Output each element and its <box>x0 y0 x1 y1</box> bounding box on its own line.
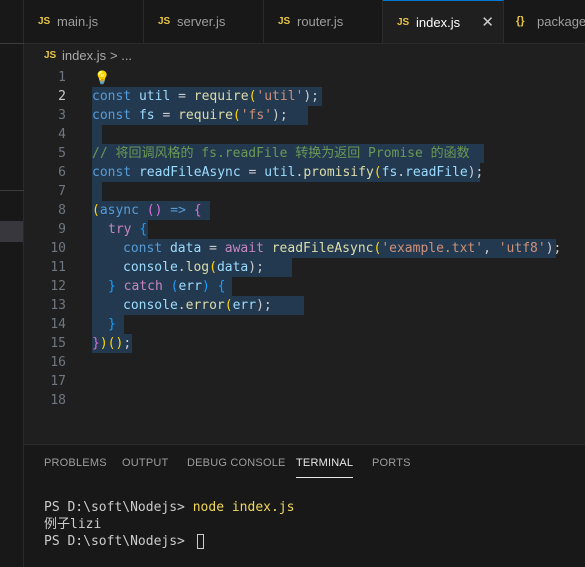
code-line: 7 <box>24 182 585 201</box>
line-number: 12 <box>50 279 66 294</box>
code-text: } catch (err) { <box>108 279 226 294</box>
bottom-panel: PROBLEMS OUTPUT DEBUG CONSOLE TERMINAL P… <box>24 444 585 567</box>
tab-router-js[interactable]: JS router.js <box>264 0 383 43</box>
tab-package-json[interactable]: {} package <box>504 0 585 43</box>
breadcrumb: JS index.js > ... <box>24 44 585 68</box>
tab-main-js[interactable]: JS main.js <box>24 0 144 43</box>
code-line: 15 })(); <box>24 334 585 353</box>
line-number: 8 <box>58 203 66 218</box>
line-number: 4 <box>58 127 66 142</box>
breadcrumb-file[interactable]: index.js <box>62 44 106 68</box>
activity-divider <box>0 190 24 191</box>
line-number: 3 <box>58 108 66 123</box>
tab-output[interactable]: OUTPUT <box>122 457 168 469</box>
javascript-file-icon: JS <box>44 50 57 61</box>
tab-index-js[interactable]: JS index.js ✕ <box>383 0 504 43</box>
code-text: })(); <box>92 336 132 351</box>
line-number: 7 <box>58 184 66 199</box>
code-line: 16 <box>24 353 585 372</box>
line-number: 15 <box>50 336 66 351</box>
tab-label: router.js <box>297 14 344 29</box>
code-line: 14 } <box>24 315 585 334</box>
close-icon[interactable]: ✕ <box>481 1 494 43</box>
code-line: 3 const fs = require('fs'); <box>24 106 585 125</box>
code-line: 17 <box>24 372 585 391</box>
javascript-file-icon: JS <box>158 16 171 27</box>
code-text: const data = await readFileAsync('exampl… <box>123 241 562 256</box>
editor-tab-bar: JS main.js JS server.js JS router.js JS … <box>24 0 585 44</box>
javascript-file-icon: JS <box>397 17 410 28</box>
tab-label: index.js <box>416 15 461 30</box>
lightbulb-icon[interactable]: 💡 <box>94 68 110 87</box>
terminal-cursor <box>196 534 204 549</box>
line-number: 14 <box>50 317 66 332</box>
tab-debug-console[interactable]: DEBUG CONSOLE <box>187 457 286 469</box>
tab-label: server.js <box>177 14 226 29</box>
tab-terminal[interactable]: TERMINAL <box>296 457 354 478</box>
code-text: const util = require('util'); <box>92 89 320 104</box>
terminal-command: node index.js <box>192 500 295 515</box>
code-text: (async () => { <box>92 203 202 218</box>
line-number: 10 <box>50 241 66 256</box>
code-line: 12 } catch (err) { <box>24 277 585 296</box>
code-text: const readFileAsync = util.promisify(fs.… <box>92 165 484 180</box>
terminal-line: PS D:\soft\Nodejs> node index.js <box>44 499 294 516</box>
terminal-line[interactable]: PS D:\soft\Nodejs> <box>44 533 204 550</box>
code-line: 9 try { <box>24 220 585 239</box>
javascript-file-icon: JS <box>38 16 51 27</box>
tab-label: package <box>537 14 585 29</box>
line-number: 16 <box>50 355 66 370</box>
terminal-output: 例子lizi <box>44 517 102 532</box>
code-line: 10 const data = await readFileAsync('exa… <box>24 239 585 258</box>
line-number: 6 <box>58 165 66 180</box>
terminal-prompt: PS D:\soft\Nodejs> <box>44 534 193 549</box>
breadcrumb-more[interactable]: > ... <box>110 44 132 68</box>
tab-label: main.js <box>57 14 99 29</box>
line-number: 1 <box>58 70 66 85</box>
line-number: 2 <box>58 89 66 104</box>
activity-bar <box>0 0 24 567</box>
tab-ports[interactable]: PORTS <box>372 457 411 469</box>
code-line: 18 <box>24 391 585 410</box>
terminal-prompt: PS D:\soft\Nodejs> <box>44 500 193 515</box>
code-comment: // 将回调风格的 fs.readFile 转换为返回 Promise 的函数 <box>92 146 470 161</box>
code-editor[interactable]: 1 💡 2 const util = require('util'); 3 co… <box>24 68 585 444</box>
code-line: 13 console.error(err); <box>24 296 585 315</box>
code-line: 11 console.log(data); <box>24 258 585 277</box>
code-text: } <box>108 317 116 332</box>
line-number: 5 <box>58 146 66 161</box>
line-number: 9 <box>58 222 66 237</box>
javascript-file-icon: JS <box>278 16 291 27</box>
code-line: 4 <box>24 125 585 144</box>
code-text: console.error(err); <box>123 298 272 313</box>
code-line: 6 const readFileAsync = util.promisify(f… <box>24 163 585 182</box>
activity-divider <box>0 43 24 44</box>
tab-problems[interactable]: PROBLEMS <box>44 457 107 469</box>
line-number: 11 <box>50 260 66 275</box>
tab-server-js[interactable]: JS server.js <box>144 0 264 43</box>
code-line: 1 💡 <box>24 68 585 87</box>
code-line: 5 // 将回调风格的 fs.readFile 转换为返回 Promise 的函… <box>24 144 585 163</box>
line-number: 17 <box>50 374 66 389</box>
json-file-icon: {} <box>516 15 525 27</box>
code-line: 2 const util = require('util'); <box>24 87 585 106</box>
code-text: console.log(data); <box>123 260 264 275</box>
code-line: 8 (async () => { <box>24 201 585 220</box>
line-number: 13 <box>50 298 66 313</box>
code-text: const fs = require('fs'); <box>92 108 288 123</box>
code-text: try { <box>108 222 148 237</box>
line-number: 18 <box>50 393 66 408</box>
activity-item-selected[interactable] <box>0 221 23 242</box>
